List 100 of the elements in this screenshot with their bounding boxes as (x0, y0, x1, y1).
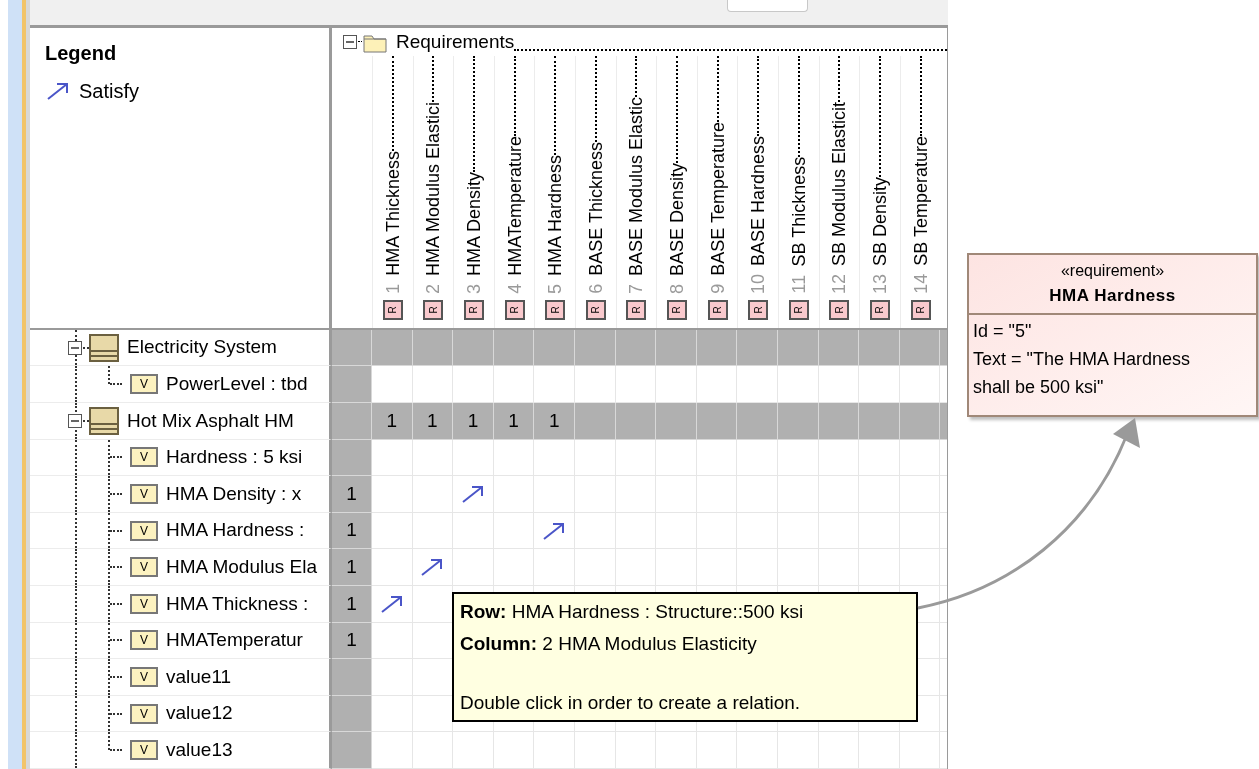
matrix-cell[interactable] (777, 732, 819, 769)
matrix-cell[interactable] (372, 476, 413, 513)
matrix-cell[interactable] (737, 403, 778, 440)
column-name[interactable]: HMA Hardness (545, 154, 566, 276)
matrix-cell[interactable]: 1 (412, 403, 454, 440)
matrix-cell[interactable] (372, 586, 413, 623)
matrix-cell[interactable] (615, 549, 657, 587)
column-name[interactable]: SB Thickness (788, 157, 809, 268)
matrix-cell[interactable] (372, 512, 413, 550)
matrix-cell[interactable] (372, 732, 413, 769)
matrix-cell[interactable] (777, 403, 819, 440)
matrix-cell[interactable] (493, 512, 535, 550)
column-name[interactable]: SB Density (869, 176, 890, 266)
matrix-cell[interactable] (818, 403, 860, 440)
matrix-cell[interactable] (412, 586, 454, 623)
column-name[interactable]: BASE Density (666, 162, 687, 276)
matrix-cell[interactable] (818, 549, 860, 587)
matrix-cell[interactable] (696, 403, 738, 440)
column-name[interactable]: SB Modulus Elasticit (829, 101, 850, 266)
column-name[interactable]: HMA Modulus Elastici (423, 101, 444, 276)
collapse-icon[interactable] (342, 33, 358, 50)
matrix-cell[interactable] (372, 549, 413, 587)
matrix-cell[interactable] (493, 549, 535, 587)
matrix-cell[interactable] (615, 366, 657, 404)
tree-item-label[interactable]: HMA Density : x (166, 479, 302, 509)
matrix-cell[interactable] (412, 549, 454, 587)
matrix-cell[interactable] (899, 403, 941, 440)
matrix-cell[interactable] (859, 403, 900, 440)
matrix-cell[interactable] (818, 476, 860, 513)
matrix-cell[interactable] (574, 549, 616, 587)
matrix-cell[interactable] (696, 549, 738, 587)
matrix-cell[interactable] (493, 476, 535, 513)
tree-item-label[interactable]: value12 (166, 699, 233, 728)
matrix-cell[interactable] (899, 732, 941, 769)
matrix-cell[interactable] (656, 732, 697, 769)
matrix-cell[interactable] (656, 403, 697, 440)
matrix-cell[interactable] (615, 512, 657, 550)
matrix-cell[interactable] (615, 476, 657, 513)
tree-row[interactable]: V value13 (30, 732, 332, 769)
matrix-cell[interactable] (777, 476, 819, 513)
matrix-cell[interactable] (574, 403, 616, 440)
matrix-cell[interactable] (656, 329, 697, 367)
matrix-cell[interactable]: 1 (372, 403, 413, 440)
matrix-cell[interactable] (696, 732, 738, 769)
matrix-cell[interactable] (453, 366, 494, 404)
matrix-cell[interactable] (859, 549, 900, 587)
matrix-cell[interactable] (453, 476, 494, 513)
column-name[interactable]: HMATemperature (504, 136, 525, 276)
matrix-cell[interactable] (656, 512, 697, 550)
tree-row[interactable]: V HMA Modulus Ela (30, 549, 332, 587)
column-name[interactable]: BASE Temperature (707, 122, 728, 276)
matrix-cell[interactable]: 1 (534, 403, 575, 440)
matrix-cell[interactable] (656, 476, 697, 513)
matrix-cell[interactable] (372, 622, 413, 660)
matrix-cell[interactable] (372, 329, 413, 367)
matrix-cell[interactable] (453, 512, 494, 550)
matrix-cell[interactable] (899, 366, 941, 404)
tree-item-label[interactable]: Hot Mix Asphalt HM (127, 406, 294, 436)
matrix-cell[interactable] (534, 512, 575, 550)
tree-row[interactable]: V HMA Density : x (30, 476, 332, 513)
matrix-cell[interactable] (372, 366, 413, 404)
collapse-icon[interactable] (67, 412, 83, 429)
matrix-cell[interactable] (737, 732, 778, 769)
matrix-cell[interactable] (777, 366, 819, 404)
column-name[interactable]: BASE Thickness (585, 142, 606, 276)
matrix-cell[interactable] (412, 366, 454, 404)
tree-row[interactable]: V HMATemperatur (30, 622, 332, 660)
matrix-cell[interactable] (574, 732, 616, 769)
column-name[interactable]: BASE Modulus Elastic (626, 96, 647, 276)
matrix-cell[interactable]: 1 (493, 403, 535, 440)
tree-row[interactable]: V value12 (30, 695, 332, 733)
matrix-cell[interactable] (453, 439, 494, 477)
column-name[interactable]: SB Temperature (910, 136, 931, 266)
matrix-cell[interactable]: 1 (453, 403, 494, 440)
matrix-cell[interactable] (859, 512, 900, 550)
collapse-icon[interactable] (67, 339, 83, 356)
matrix-cell[interactable] (696, 366, 738, 404)
matrix-cell[interactable] (818, 366, 860, 404)
tree-item-label[interactable]: Electricity System (127, 333, 277, 362)
matrix-cell[interactable] (737, 476, 778, 513)
matrix-cell[interactable] (737, 366, 778, 404)
tree-item-label[interactable]: HMATemperatur (166, 626, 303, 655)
tree-item-label[interactable]: HMA Hardness : (166, 516, 305, 545)
matrix-cell[interactable] (534, 549, 575, 587)
matrix-cell[interactable] (453, 329, 494, 367)
matrix-cell[interactable] (574, 476, 616, 513)
matrix-cell[interactable] (859, 366, 900, 404)
matrix-cell[interactable] (574, 366, 616, 404)
matrix-cell[interactable] (859, 476, 900, 513)
matrix-cell[interactable] (372, 695, 413, 733)
tree-item-label[interactable]: value13 (166, 735, 233, 765)
column-name[interactable]: HMA Density (464, 171, 484, 276)
tree-item-label[interactable]: PowerLevel : tbd (166, 370, 308, 399)
tree-row[interactable]: V Hardness : 5 ksi (30, 439, 332, 477)
matrix-cell[interactable] (899, 549, 941, 587)
matrix-cell[interactable] (534, 329, 575, 367)
matrix-cell[interactable] (453, 549, 494, 587)
matrix-cell[interactable] (859, 732, 900, 769)
matrix-cell[interactable] (412, 476, 454, 513)
matrix-cell[interactable] (372, 439, 413, 477)
